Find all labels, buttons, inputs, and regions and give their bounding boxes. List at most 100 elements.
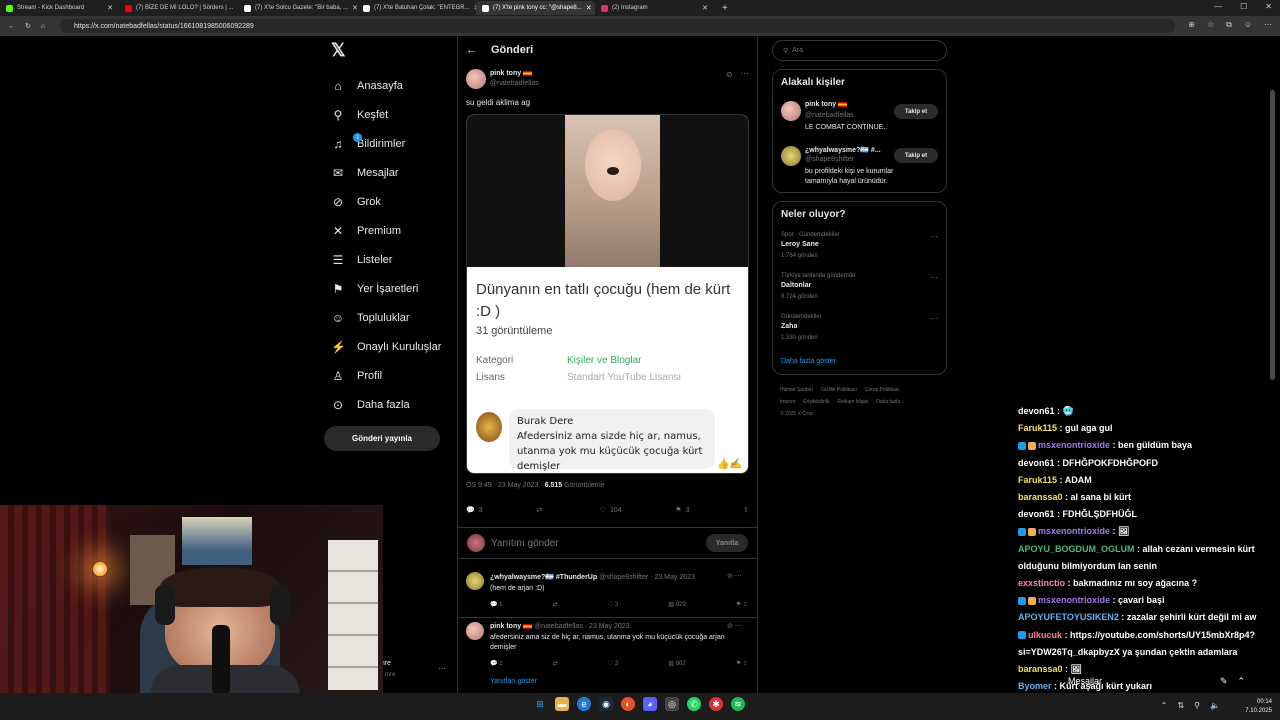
bookmark-share[interactable]: ⚑ ⇪ xyxy=(736,601,748,608)
post-media[interactable]: Dünyanın en tatlı çocuğu (hem de kürt :D… xyxy=(466,114,749,474)
chat-username[interactable]: devon61 xyxy=(1018,509,1055,519)
account-more-icon[interactable]: ⋯ xyxy=(438,664,446,673)
chat-username[interactable]: baranssa0 xyxy=(1018,492,1063,502)
related-name[interactable]: pink tony xyxy=(805,101,848,108)
chat-username[interactable]: Faruk115 xyxy=(1018,423,1057,433)
reply-avatar[interactable] xyxy=(466,572,484,590)
x-logo-icon[interactable]: 𝕏 xyxy=(331,40,455,61)
footer-link[interactable]: Erişilebilirlik xyxy=(803,399,829,405)
reply-author-handle[interactable]: @natebadfellas · 23 May 2023 xyxy=(534,623,629,630)
chat-username[interactable]: Faruk115 xyxy=(1018,475,1057,485)
trend-more-icon[interactable]: ⋯ xyxy=(930,273,938,282)
nav-item-people[interactable]: ☺ Topluluklar xyxy=(325,303,455,332)
nav-item-user[interactable]: ♙ Profil xyxy=(325,361,455,390)
file-explorer-icon[interactable]: ▬ xyxy=(555,697,569,711)
reply-author-handle[interactable]: @shape8shifter · 23 May 2023 xyxy=(599,574,695,581)
edge-icon[interactable]: e xyxy=(577,697,591,711)
compose-icon[interactable]: ✎ xyxy=(1220,676,1228,687)
reload-icon[interactable]: ↻ xyxy=(25,22,31,30)
tab-close-icon[interactable]: ✕ xyxy=(107,4,113,12)
repost-action[interactable]: ⇄ xyxy=(536,506,546,514)
nav-item-bell[interactable]: ♫ Bildirimler 1 xyxy=(325,129,455,158)
footer-link[interactable]: Imprint xyxy=(780,399,795,405)
menu-icon[interactable]: ⋯ xyxy=(1264,20,1272,30)
related-handle[interactable]: @natebadfellas xyxy=(805,112,854,119)
follow-button[interactable]: Takip et xyxy=(894,148,938,163)
tab-close-icon[interactable]: ✕ xyxy=(586,4,592,12)
search-box[interactable]: ⚲ Ara xyxy=(772,40,947,61)
new-tab-icon[interactable]: + xyxy=(714,3,736,14)
repost-action[interactable]: ⇄ xyxy=(553,601,558,608)
browser-tab[interactable]: (7) X'te pink tony cc: "@shape8... ✕ xyxy=(476,1,595,15)
chat-username[interactable]: msxenontrioxide xyxy=(1038,595,1110,605)
browser-tab[interactable]: (2) Instagram ✕ xyxy=(595,1,714,15)
discord-icon[interactable]: ◕ xyxy=(643,697,657,711)
chat-username[interactable]: APOYU_BOGDUM_OGLUM xyxy=(1018,544,1135,554)
related-handle[interactable]: @shape8shifter xyxy=(805,156,854,163)
nav-item-bookmark[interactable]: ⚑ Yer İşaretleri xyxy=(325,274,455,303)
close-window-icon[interactable]: ✕ xyxy=(1265,2,1272,11)
search-input[interactable]: Ara xyxy=(792,47,803,54)
like-action[interactable]: ♡ 3 xyxy=(608,660,618,667)
star-icon[interactable]: ☆ xyxy=(1207,20,1214,30)
like-action[interactable]: ♡ 3 xyxy=(608,601,618,608)
reply-action[interactable]: 💬 1 xyxy=(490,601,502,608)
trend-more-icon[interactable]: ⋯ xyxy=(930,314,938,323)
extensions-icon[interactable]: ⧉ xyxy=(1226,20,1232,30)
home-browser-icon[interactable]: ⌂ xyxy=(41,23,45,30)
footer-link[interactable]: Reklam bilgisi xyxy=(837,399,868,405)
chat-username[interactable]: devon61 xyxy=(1018,406,1055,416)
chat-username[interactable]: ulkucuk xyxy=(1028,630,1062,640)
reply-action[interactable]: 💬 1 xyxy=(490,660,502,667)
back-arrow-icon[interactable]: ← xyxy=(466,44,477,56)
zoom-icon[interactable]: ⊕ xyxy=(1188,20,1195,30)
obs-icon[interactable]: ◎ xyxy=(665,697,679,711)
author-handle[interactable]: @natebadfellas xyxy=(490,80,539,87)
post-button[interactable]: Gönderi yayınla xyxy=(324,426,440,451)
reply-more-icon[interactable]: ⊘ ⋯ xyxy=(727,572,742,580)
related-avatar[interactable] xyxy=(781,101,801,121)
reply-item[interactable]: pink tony @natebadfellas · 23 May 2023 a… xyxy=(457,617,758,675)
author-avatar[interactable] xyxy=(466,69,486,89)
collapse-icon[interactable]: ⌃ xyxy=(1238,676,1246,687)
chat-username[interactable]: msxenontrioxide xyxy=(1038,526,1110,536)
post-more-icon[interactable]: ⋯ xyxy=(740,68,749,79)
like-action[interactable]: ♡ 104 xyxy=(600,506,622,515)
trend-more-icon[interactable]: ⋯ xyxy=(930,232,938,241)
chat-username[interactable]: APOYUFETOYUSIKEN2 xyxy=(1018,612,1119,622)
reply-author-name[interactable]: ¿whyalwaysme?🇦🇷 #ThunderUp xyxy=(490,574,597,581)
tab-close-icon[interactable]: ✕ xyxy=(702,4,708,12)
reply-author-name[interactable]: pink tony xyxy=(490,623,521,630)
browser-tab[interactable]: (7) X'te Solcu Gazete: "Bir baba, ... ✕ xyxy=(238,1,357,15)
chat-username[interactable]: baranssa0 xyxy=(1018,664,1063,674)
related-name[interactable]: ¿whyalwaysme?🇦🇷 #... xyxy=(805,146,881,154)
follow-button[interactable]: Takip et xyxy=(894,104,938,119)
footer-link[interactable]: Daha fazla ... xyxy=(876,399,905,405)
views-action[interactable]: ▥ 802 xyxy=(668,660,685,667)
nav-item-mail[interactable]: ✉ Mesajlar xyxy=(325,158,455,187)
show-replies-link[interactable]: Yanıtları göster xyxy=(490,678,537,685)
nav-item-home[interactable]: ⌂ Anasayfa xyxy=(325,71,455,100)
show-more-link[interactable]: Daha fazla göster xyxy=(781,357,836,367)
nav-item-grok[interactable]: ⊘ Grok xyxy=(325,187,455,216)
profile-icon[interactable]: ☺ xyxy=(1244,20,1252,30)
bookmark-share[interactable]: ⚑ ⇪ xyxy=(736,660,748,667)
footer-link[interactable]: Çerez Politikası xyxy=(865,387,900,393)
firefox-icon[interactable]: ◐ xyxy=(621,697,635,711)
whatsapp-icon[interactable]: ✆ xyxy=(687,697,701,711)
nav-item-x-logo[interactable]: ✕ Premium xyxy=(325,216,455,245)
reply-action[interactable]: 💬 3 xyxy=(466,506,483,515)
browser-tab[interactable]: (7) BİZE DE Mİ LOLO? | Sörders | ...✕ xyxy=(119,1,238,15)
footer-link[interactable]: © 2025 X Corp. xyxy=(780,411,815,417)
nav-item-list[interactable]: ☰ Listeler xyxy=(325,245,455,274)
spotify-icon[interactable]: ≋ xyxy=(731,697,745,711)
chat-username[interactable]: msxenontrioxide xyxy=(1038,440,1110,450)
chat-username[interactable]: exxstinctio xyxy=(1018,578,1065,588)
system-clock[interactable]: 00:14 7.10.2025 xyxy=(1245,698,1272,716)
reply-more-icon[interactable]: ⊘ ⋯ xyxy=(727,622,742,630)
app-icon[interactable]: ✱ xyxy=(709,697,723,711)
back-icon[interactable]: ← xyxy=(8,23,15,30)
nav-item-lightning[interactable]: ⚡ Onaylı Kuruluşlar xyxy=(325,332,455,361)
page-scrollbar[interactable] xyxy=(1270,90,1275,380)
browser-tab[interactable]: (7) X'te Batuhan Çolak: "ENTEGR...✕ xyxy=(357,1,476,15)
